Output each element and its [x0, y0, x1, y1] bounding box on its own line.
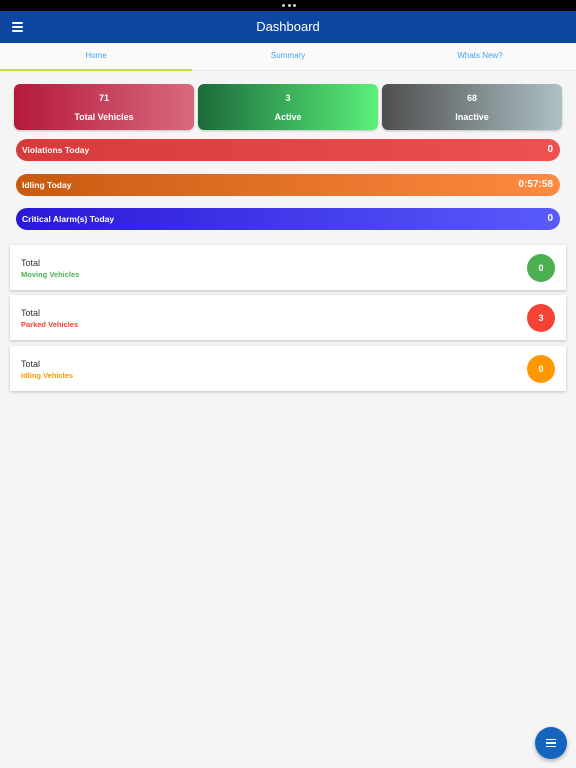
parked-vehicles-subtitle: Parked Vehicles	[21, 320, 79, 329]
menu-icon-line	[546, 742, 556, 744]
page-title: Dashboard	[256, 19, 320, 34]
tab-summary[interactable]: Summary	[192, 43, 384, 70]
active-vehicles-card[interactable]: 3 Active	[198, 84, 378, 130]
violations-today-label: Violations Today	[22, 145, 90, 155]
fab-menu-button[interactable]	[535, 727, 567, 759]
parked-vehicles-title: Total	[21, 308, 41, 318]
moving-vehicles-card[interactable]: Total Moving Vehicles 0	[10, 245, 566, 290]
menu-icon-line	[546, 745, 556, 748]
parked-vehicles-card[interactable]: Total Parked Vehicles 3	[10, 295, 566, 340]
idling-vehicles-title: Total	[21, 359, 41, 369]
tab-whats-new[interactable]: Whats New?	[384, 43, 576, 70]
critical-alarms-value: 0	[547, 213, 553, 224]
idling-vehicles-card[interactable]: Total Idling Vehicles 0	[10, 346, 566, 391]
idling-vehicles-count: 0	[527, 355, 555, 383]
critical-alarms-label: Critical Alarm(s) Today	[22, 214, 115, 224]
total-vehicles-card[interactable]: 71 Total Vehicles	[14, 84, 194, 130]
moving-vehicles-count: 0	[527, 254, 555, 282]
tab-home[interactable]: Home	[0, 43, 192, 71]
inactive-vehicles-card[interactable]: 68 Inactive	[382, 84, 562, 130]
menu-icon[interactable]	[7, 17, 27, 37]
app-bar: Dashboard	[0, 11, 576, 43]
idling-vehicles-subtitle: Idling Vehicles	[21, 371, 74, 380]
violations-today-value: 0	[547, 144, 553, 155]
total-vehicles-count: 71	[98, 93, 109, 103]
critical-alarms-bar[interactable]: Critical Alarm(s) Today 0	[16, 208, 560, 230]
idling-today-bar[interactable]: Idling Today 0:57:58	[16, 174, 560, 196]
violations-today-bar[interactable]: Violations Today 0	[16, 139, 560, 161]
idling-today-label: Idling Today	[22, 180, 72, 190]
parked-vehicles-count: 3	[527, 304, 555, 332]
active-vehicles-label: Active	[274, 112, 302, 122]
menu-icon	[546, 738, 556, 741]
moving-vehicles-title: Total	[21, 258, 41, 268]
tab-bar: Home Summary Whats New?	[0, 43, 576, 71]
status-bar	[0, 0, 576, 11]
moving-vehicles-subtitle: Moving Vehicles	[21, 270, 80, 279]
inactive-vehicles-label: Inactive	[455, 112, 489, 122]
active-vehicles-count: 3	[285, 93, 291, 103]
inactive-vehicles-count: 68	[466, 93, 477, 103]
idling-today-value: 0:57:58	[518, 179, 553, 190]
multitasking-dots-icon	[282, 4, 296, 7]
total-vehicles-label: Total Vehicles	[74, 112, 134, 122]
